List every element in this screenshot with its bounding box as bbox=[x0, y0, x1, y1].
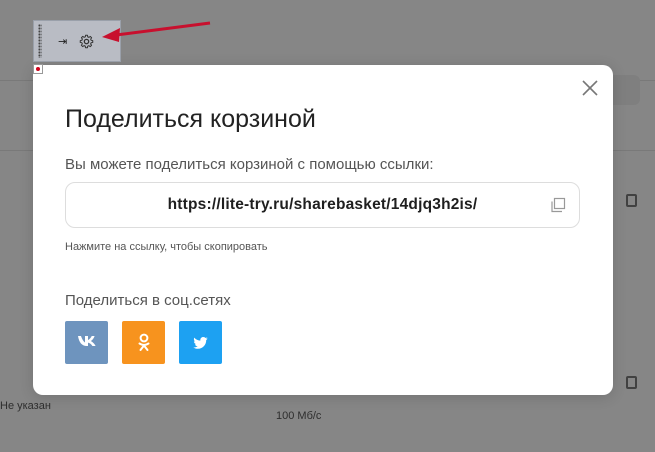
copy-icon[interactable] bbox=[550, 197, 566, 218]
social-title: Поделиться в соц.сетях bbox=[65, 292, 231, 309]
close-icon bbox=[582, 80, 598, 96]
pin-icon[interactable]: ⇥ bbox=[58, 35, 67, 48]
modal-description: Вы можете поделиться корзиной с помощью … bbox=[65, 156, 434, 173]
ok-share-button[interactable] bbox=[122, 321, 165, 364]
social-buttons bbox=[65, 321, 222, 364]
twitter-share-button[interactable] bbox=[179, 321, 222, 364]
vk-icon bbox=[77, 335, 97, 350]
copy-hint: Нажмите на ссылку, чтобы скопировать bbox=[65, 241, 268, 253]
annotation-arrow bbox=[102, 21, 211, 42]
gear-icon[interactable] bbox=[79, 34, 94, 49]
close-button[interactable] bbox=[581, 79, 599, 97]
share-basket-modal: Поделиться корзиной Вы можете поделиться… bbox=[33, 65, 613, 395]
debug-marker[interactable] bbox=[33, 64, 43, 74]
modal-title: Поделиться корзиной bbox=[65, 105, 316, 133]
twitter-icon bbox=[193, 336, 208, 349]
odnoklassniki-icon bbox=[138, 333, 149, 351]
vk-share-button[interactable] bbox=[65, 321, 108, 364]
share-link[interactable]: https://lite-try.ru/sharebasket/14djq3h2… bbox=[168, 196, 478, 214]
share-link-field[interactable]: https://lite-try.ru/sharebasket/14djq3h2… bbox=[65, 182, 580, 228]
drag-handle[interactable] bbox=[38, 24, 42, 58]
